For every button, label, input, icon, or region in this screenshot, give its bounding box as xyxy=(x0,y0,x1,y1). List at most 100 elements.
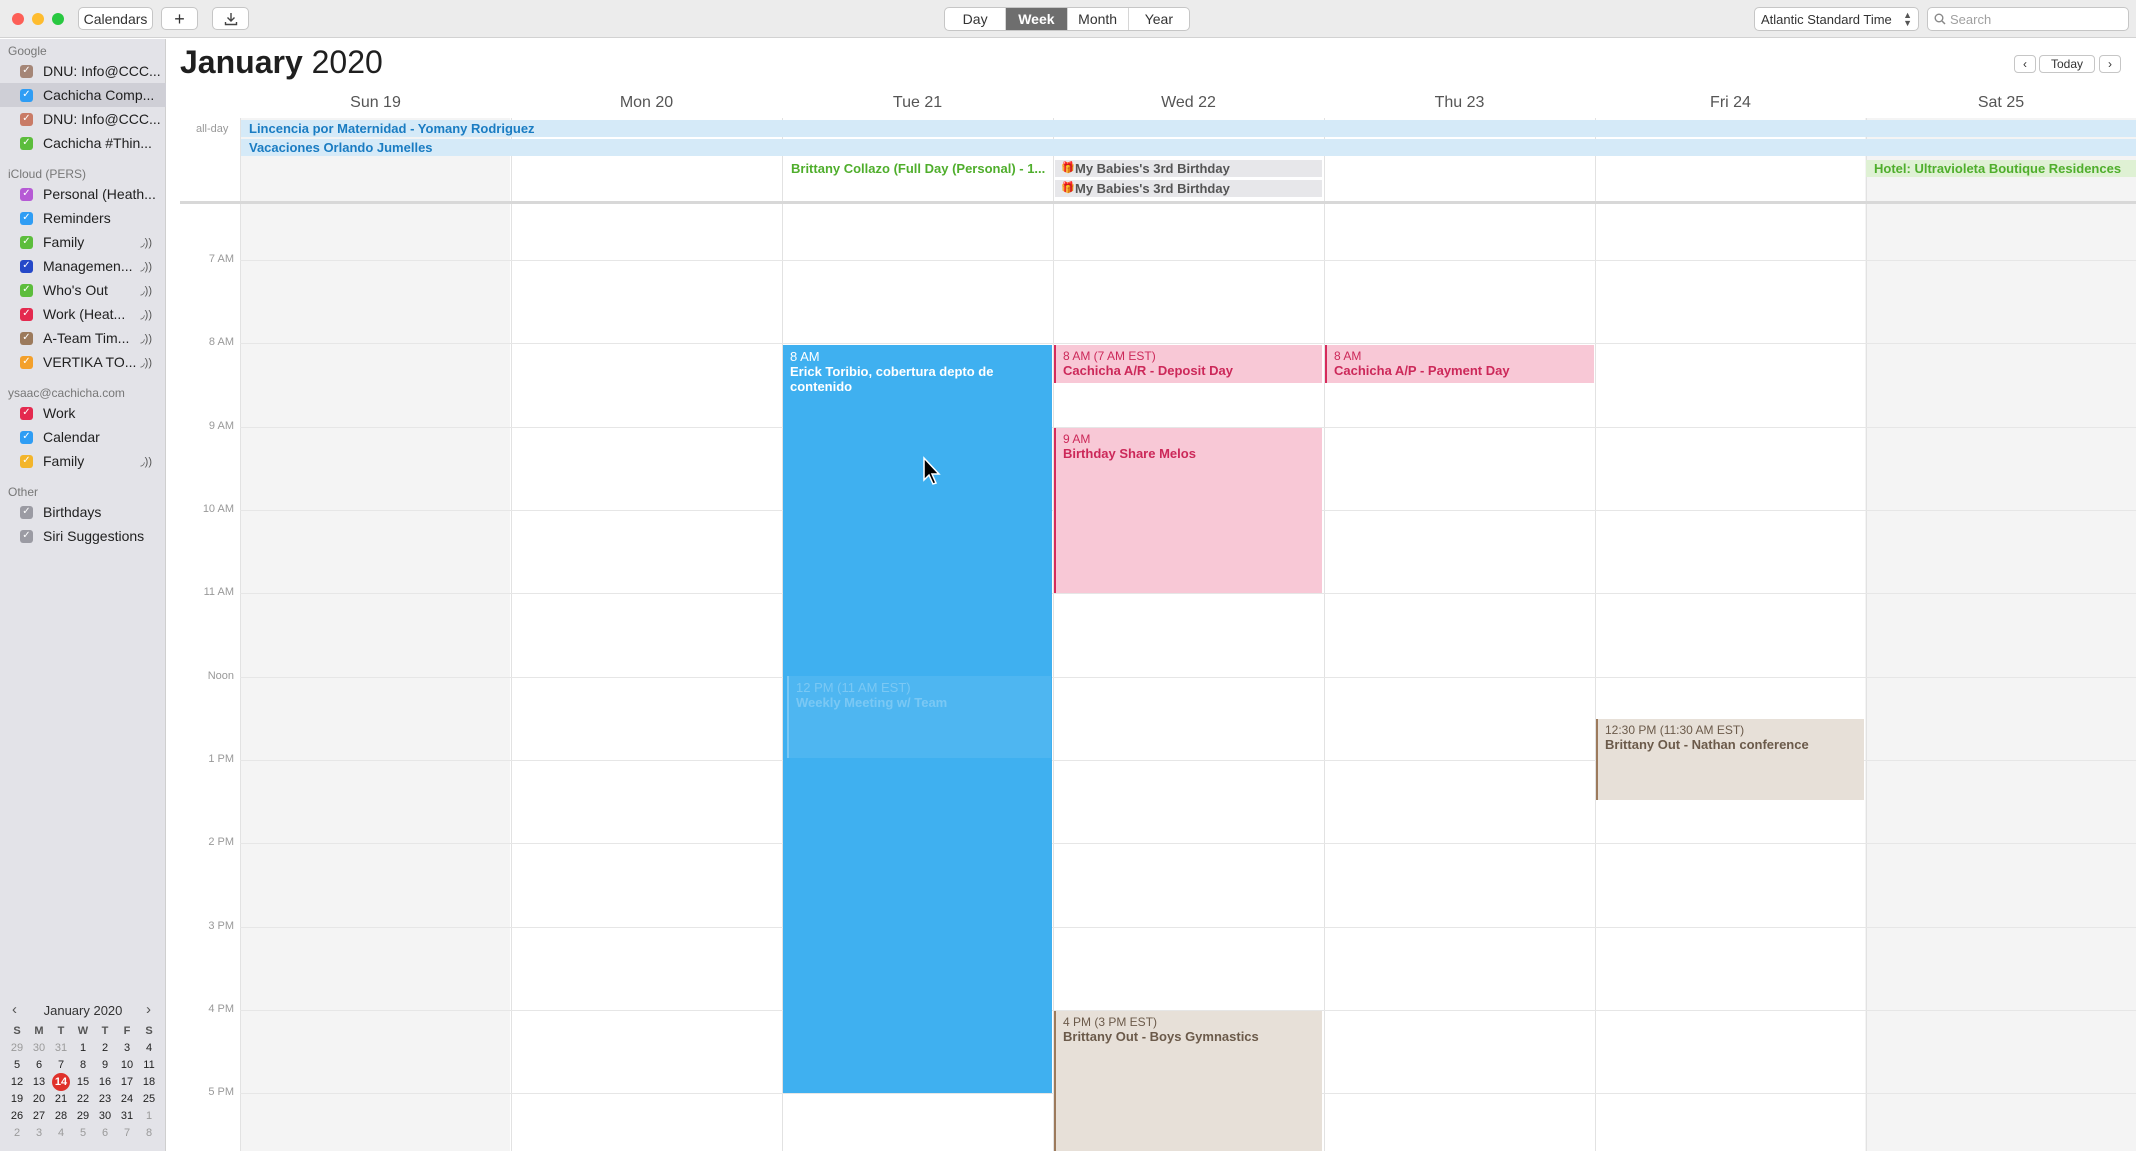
mini-calendar-day[interactable]: 16 xyxy=(94,1074,116,1090)
calendar-item[interactable]: ✓ Cachicha Comp... xyxy=(0,83,166,107)
calendar-event-ghost[interactable]: 12 PM (11 AM EST) Weekly Meeting w/ Team xyxy=(787,676,1051,758)
calendar-checkbox[interactable]: ✓ xyxy=(20,88,33,102)
calendar-item[interactable]: ✓ Work xyxy=(0,401,166,425)
day-header[interactable]: Tue 21 xyxy=(782,94,1053,116)
calendar-item[interactable]: ✓ A-Team Tim... ◞)) xyxy=(0,326,166,350)
calendar-item[interactable]: ✓ Cachicha #Thin... xyxy=(0,131,166,155)
calendar-checkbox[interactable]: ✓ xyxy=(20,331,33,345)
mini-calendar-day[interactable]: 24 xyxy=(116,1091,138,1107)
mini-calendar-day[interactable]: 11 xyxy=(138,1057,160,1073)
mini-calendar-day[interactable]: 6 xyxy=(94,1125,116,1141)
previous-week-button[interactable]: ‹ xyxy=(2014,55,2036,73)
mini-calendar-day[interactable]: 17 xyxy=(116,1074,138,1090)
calendar-checkbox[interactable]: ✓ xyxy=(20,454,33,468)
mini-calendar-day[interactable]: 5 xyxy=(6,1057,28,1073)
mini-calendar-day[interactable]: 19 xyxy=(6,1091,28,1107)
calendar-item[interactable]: ✓ DNU: Info@CCC... xyxy=(0,59,166,83)
next-week-button[interactable]: › xyxy=(2099,55,2121,73)
calendar-item[interactable]: ✓ Personal (Heath... xyxy=(0,182,166,206)
mini-calendar-day[interactable]: 5 xyxy=(72,1125,94,1141)
mini-calendar-day[interactable]: 29 xyxy=(6,1040,28,1056)
mini-calendar-day[interactable]: 4 xyxy=(50,1125,72,1141)
calendar-item[interactable]: ✓ Family ◞)) xyxy=(0,449,166,473)
mini-calendar-day[interactable]: 2 xyxy=(94,1040,116,1056)
mini-calendar-day[interactable]: 30 xyxy=(28,1040,50,1056)
mini-calendar-day[interactable]: 26 xyxy=(6,1108,28,1124)
mini-calendar-day[interactable]: 1 xyxy=(138,1108,160,1124)
calendar-checkbox[interactable]: ✓ xyxy=(20,307,33,321)
calendar-item[interactable]: ✓ Work (Heat... ◞)) xyxy=(0,302,166,326)
calendar-item[interactable]: ✓ Who's Out ◞)) xyxy=(0,278,166,302)
mini-calendar-day[interactable]: 14 xyxy=(50,1074,72,1090)
calendar-item[interactable]: ✓ Family ◞)) xyxy=(0,230,166,254)
mini-calendar-day[interactable]: 31 xyxy=(116,1108,138,1124)
calendar-checkbox[interactable]: ✓ xyxy=(20,406,33,420)
mini-calendar-day[interactable]: 23 xyxy=(94,1091,116,1107)
calendar-checkbox[interactable]: ✓ xyxy=(20,64,33,78)
mini-calendar-day[interactable]: 20 xyxy=(28,1091,50,1107)
calendar-event[interactable]: 4 PM (3 PM EST) Brittany Out - Boys Gymn… xyxy=(1054,1011,1322,1151)
mini-calendar-day[interactable]: 3 xyxy=(116,1040,138,1056)
calendar-event[interactable]: 12:30 PM (11:30 AM EST) Brittany Out - N… xyxy=(1596,719,1864,800)
mini-calendar-day[interactable]: 27 xyxy=(28,1108,50,1124)
mini-next-month-icon[interactable]: › xyxy=(146,1001,151,1018)
zoom-window-button[interactable] xyxy=(52,13,64,25)
calendar-item[interactable]: ✓ Reminders xyxy=(0,206,166,230)
allday-event[interactable]: Brittany Collazo (Full Day (Personal) - … xyxy=(783,160,1052,177)
add-event-button[interactable]: + xyxy=(161,7,198,30)
day-header[interactable]: Mon 20 xyxy=(511,94,782,116)
mini-calendar-day[interactable]: 31 xyxy=(50,1040,72,1056)
calendar-item[interactable]: ✓ Siri Suggestions xyxy=(0,524,166,548)
day-header[interactable]: Fri 24 xyxy=(1595,94,1866,116)
mini-calendar-day[interactable]: 21 xyxy=(50,1091,72,1107)
search-field[interactable]: Search xyxy=(1927,7,2129,31)
calendar-checkbox[interactable]: ✓ xyxy=(20,187,33,201)
mini-calendar-day[interactable]: 15 xyxy=(72,1074,94,1090)
calendar-item[interactable]: ✓ Calendar xyxy=(0,425,166,449)
mini-calendar-day[interactable]: 1 xyxy=(72,1040,94,1056)
calendar-checkbox[interactable]: ✓ xyxy=(20,211,33,225)
mini-calendar-day[interactable]: 6 xyxy=(28,1057,50,1073)
allday-event[interactable]: Lincencia por Maternidad - Yomany Rodrig… xyxy=(241,120,2136,137)
view-week-button[interactable]: Week xyxy=(1006,8,1068,30)
calendar-item[interactable]: ✓ DNU: Info@CCC... xyxy=(0,107,166,131)
mini-calendar-day[interactable]: 29 xyxy=(72,1108,94,1124)
mini-calendar-day[interactable]: 3 xyxy=(28,1125,50,1141)
view-month-button[interactable]: Month xyxy=(1068,8,1129,30)
calendar-event[interactable]: 8 AM Cachicha A/P - Payment Day xyxy=(1325,345,1594,383)
mini-calendar-day[interactable]: 22 xyxy=(72,1091,94,1107)
minimize-window-button[interactable] xyxy=(32,13,44,25)
mini-calendar-day[interactable]: 12 xyxy=(6,1074,28,1090)
day-header[interactable]: Sat 25 xyxy=(1866,94,2136,116)
mini-calendar-day[interactable]: 8 xyxy=(138,1125,160,1141)
mini-calendar-day[interactable]: 8 xyxy=(72,1057,94,1073)
mini-calendar-day[interactable]: 4 xyxy=(138,1040,160,1056)
today-button[interactable]: Today xyxy=(2039,55,2095,73)
calendars-button[interactable]: Calendars xyxy=(78,7,153,30)
calendar-checkbox[interactable]: ✓ xyxy=(20,430,33,444)
day-header[interactable]: Wed 22 xyxy=(1053,94,1324,116)
mini-calendar-day[interactable]: 25 xyxy=(138,1091,160,1107)
timezone-select[interactable]: Atlantic Standard Time ▲ ▼ xyxy=(1754,7,1919,31)
view-day-button[interactable]: Day xyxy=(945,8,1007,30)
day-header[interactable]: Sun 19 xyxy=(240,94,511,116)
mini-calendar-day[interactable]: 9 xyxy=(94,1057,116,1073)
import-button[interactable] xyxy=(212,7,249,30)
calendar-checkbox[interactable]: ✓ xyxy=(20,112,33,126)
mini-calendar-day[interactable]: 7 xyxy=(116,1125,138,1141)
view-year-button[interactable]: Year xyxy=(1129,8,1189,30)
mini-calendar-day[interactable]: 18 xyxy=(138,1074,160,1090)
calendar-item[interactable]: ✓ Managemen... ◞)) xyxy=(0,254,166,278)
calendar-checkbox[interactable]: ✓ xyxy=(20,505,33,519)
allday-event[interactable]: Hotel: Ultravioleta Boutique Residences xyxy=(1866,160,2136,177)
calendar-checkbox[interactable]: ✓ xyxy=(20,259,33,273)
mini-calendar-day[interactable]: 10 xyxy=(116,1057,138,1073)
allday-event[interactable]: Vacaciones Orlando Jumelles xyxy=(241,139,2136,156)
calendar-checkbox[interactable]: ✓ xyxy=(20,529,33,543)
allday-event[interactable]: 🎁 My Babies's 3rd Birthday xyxy=(1055,180,1322,197)
mini-calendar-day[interactable]: 13 xyxy=(28,1074,50,1090)
allday-event[interactable]: 🎁 My Babies's 3rd Birthday xyxy=(1055,160,1322,177)
mini-calendar-day[interactable]: 7 xyxy=(50,1057,72,1073)
calendar-item[interactable]: ✓ VERTIKA TO... ◞)) xyxy=(0,350,166,374)
mini-calendar-day[interactable]: 30 xyxy=(94,1108,116,1124)
